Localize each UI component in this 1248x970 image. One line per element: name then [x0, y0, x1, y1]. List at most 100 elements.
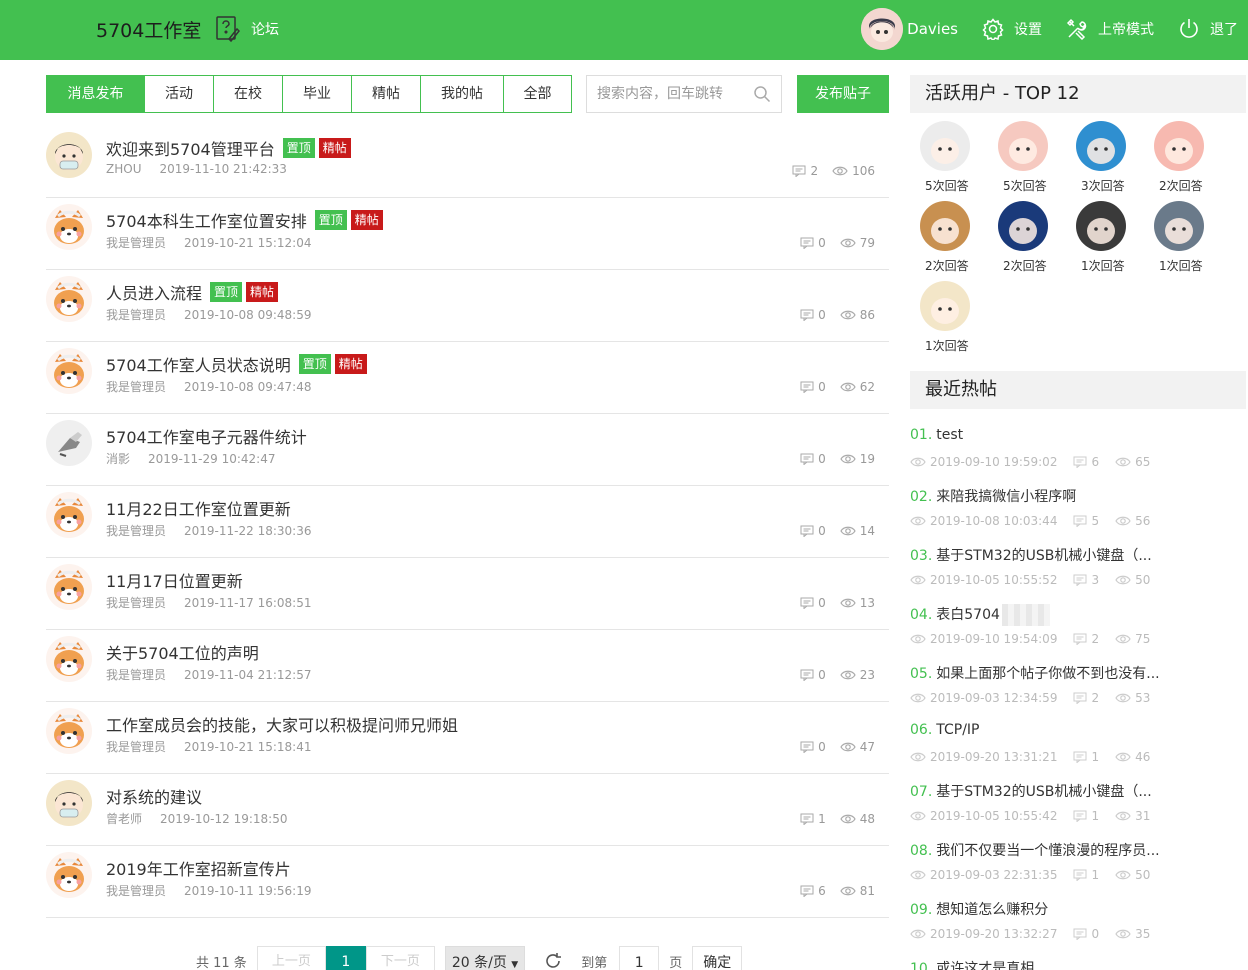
active-user[interactable]: 5次回答	[990, 121, 1068, 201]
active-user[interactable]: 2次回答	[1146, 121, 1224, 201]
avatar[interactable]	[46, 420, 92, 466]
hot-post-item[interactable]: 01. test 2019-09-10 19:59:02 6 65	[910, 417, 1246, 476]
avatar[interactable]	[998, 201, 1048, 251]
post-row[interactable]: 关于5704工位的声明 我是管理员 2019-11-04 21:12:57 0 23	[46, 630, 889, 702]
post-row[interactable]: 2019年工作室招新宣传片 我是管理员 2019-10-11 19:56:19 6 81	[46, 846, 889, 918]
tab-in-school[interactable]: 在校	[213, 76, 282, 112]
avatar[interactable]	[1076, 201, 1126, 251]
hot-post-item[interactable]: 06. TCP/IP 2019-09-20 13:31:21 1 46	[910, 712, 1246, 771]
avatar[interactable]	[920, 281, 970, 331]
post-title[interactable]: 欢迎来到5704管理平台	[106, 136, 275, 160]
post-row[interactable]: 工作室成员会的技能，大家可以积极提问师兄师姐 我是管理员 2019-10-21 15…	[46, 702, 889, 774]
god-mode-button[interactable]: 上帝模式	[1066, 18, 1154, 40]
hot-post-title[interactable]: 或许这才是真相	[936, 961, 1034, 970]
tab-activity[interactable]: 活动	[144, 76, 213, 112]
avatar[interactable]	[46, 492, 92, 538]
hot-post-item[interactable]: 10. 或许这才是真相	[910, 948, 1246, 970]
post-row[interactable]: 人员进入流程 置顶 精帖 我是管理员 2019-10-08 09:48:59 0 86	[46, 270, 889, 342]
avatar[interactable]	[46, 276, 92, 322]
post-title[interactable]: 5704工作室人员状态说明	[106, 352, 291, 376]
tab-graduated[interactable]: 毕业	[282, 76, 351, 112]
avatar[interactable]	[920, 201, 970, 251]
active-user[interactable]: 2次回答	[912, 201, 990, 281]
avatar[interactable]	[46, 852, 92, 898]
page-size-select[interactable]: 20 条/页 ▼	[444, 946, 526, 970]
avatar[interactable]	[46, 132, 92, 178]
tab-all[interactable]: 全部	[503, 76, 571, 112]
brand-title[interactable]: 5704工作室	[96, 16, 201, 43]
current-page[interactable]: 1	[325, 946, 366, 970]
post-row[interactable]: 5704工作室人员状态说明 置顶 精帖 我是管理员 2019-10-08 09:47:4…	[46, 342, 889, 414]
post-title[interactable]: 11月17日位置更新	[106, 568, 243, 592]
post-title[interactable]: 对系统的建议	[106, 784, 202, 808]
post-row[interactable]: 5704工作室电子元器件统计 消影 2019-11-29 10:42:47 0 19	[46, 414, 889, 486]
post-author[interactable]: ZHOU	[106, 162, 141, 176]
post-author[interactable]: 我是管理员	[106, 668, 166, 682]
hot-post-item[interactable]: 07. 基于STM32的USB机械小键盘（... 2019-10-05 10:55:…	[910, 771, 1246, 830]
hot-post-title[interactable]: 想知道怎么赚积分	[936, 902, 1048, 918]
hot-post-item[interactable]: 09. 想知道怎么赚积分 2019-09-20 13:32:27 0 35	[910, 889, 1246, 948]
post-author[interactable]: 我是管理员	[106, 740, 166, 754]
hot-post-title[interactable]: 来陪我搞微信小程序啊	[936, 489, 1076, 505]
post-author[interactable]: 曾老师	[106, 812, 142, 826]
post-row[interactable]: 11月17日位置更新 我是管理员 2019-11-17 16:08:51 0 13	[46, 558, 889, 630]
search-input[interactable]	[587, 76, 747, 112]
hot-post-title[interactable]: 基于STM32的USB机械小键盘（...	[936, 784, 1151, 800]
search-icon[interactable]	[753, 85, 771, 103]
active-user[interactable]: 1次回答	[1068, 201, 1146, 281]
post-author[interactable]: 我是管理员	[106, 524, 166, 538]
post-author[interactable]: 我是管理员	[106, 380, 166, 394]
post-author[interactable]: 我是管理员	[106, 596, 166, 610]
logout-button[interactable]: 退了	[1178, 18, 1238, 40]
post-row[interactable]: 欢迎来到5704管理平台 置顶 精帖 ZHOU 2019-11-10 21:42:33 2…	[46, 126, 889, 198]
avatar[interactable]	[46, 348, 92, 394]
next-page-button[interactable]: 下一页	[365, 946, 435, 970]
active-user[interactable]: 1次回答	[1146, 201, 1224, 281]
forum-link[interactable]: 论坛	[215, 14, 279, 44]
tab-my-posts[interactable]: 我的帖	[420, 76, 503, 112]
active-user[interactable]: 2次回答	[990, 201, 1068, 281]
hot-post-item[interactable]: 02. 来陪我搞微信小程序啊 2019-10-08 10:03:44 5 56	[910, 476, 1246, 535]
hot-post-item[interactable]: 04. 表白5704 2019-09-10 19:54:09 2 75	[910, 594, 1246, 653]
settings-button[interactable]: 设置	[982, 18, 1042, 40]
post-author[interactable]: 我是管理员	[106, 884, 166, 898]
avatar[interactable]	[1154, 201, 1204, 251]
hot-post-title[interactable]: 基于STM32的USB机械小键盘（...	[936, 548, 1151, 564]
avatar[interactable]	[46, 708, 92, 754]
avatar[interactable]	[46, 204, 92, 250]
refresh-icon[interactable]	[543, 951, 563, 970]
active-user[interactable]: 3次回答	[1068, 121, 1146, 201]
avatar[interactable]	[1154, 121, 1204, 171]
avatar[interactable]	[920, 121, 970, 171]
hot-post-item[interactable]: 05. 如果上面那个帖子你做不到也没有... 2019-09-03 12:34:59…	[910, 653, 1246, 712]
avatar[interactable]	[1076, 121, 1126, 171]
post-title[interactable]: 5704本科生工作室位置安排	[106, 208, 307, 232]
active-user[interactable]: 5次回答	[912, 121, 990, 201]
hot-post-title[interactable]: 我们不仅要当一个懂浪漫的程序员...	[936, 843, 1159, 859]
hot-post-title[interactable]: TCP/IP	[936, 722, 979, 738]
hot-post-item[interactable]: 03. 基于STM32的USB机械小键盘（... 2019-10-05 10:55:…	[910, 535, 1246, 594]
active-user[interactable]: 1次回答	[912, 281, 990, 361]
hot-post-title[interactable]: test	[936, 427, 963, 443]
avatar[interactable]	[46, 636, 92, 682]
goto-page-input[interactable]: 1	[619, 946, 660, 970]
post-title[interactable]: 工作室成员会的技能，大家可以积极提问师兄师姐	[106, 712, 458, 736]
post-title[interactable]: 关于5704工位的声明	[106, 640, 259, 664]
tab-news[interactable]: 消息发布	[47, 76, 144, 112]
tab-featured[interactable]: 精帖	[351, 76, 420, 112]
post-title[interactable]: 5704工作室电子元器件统计	[106, 424, 307, 448]
post-author[interactable]: 消影	[106, 452, 130, 466]
post-author[interactable]: 我是管理员	[106, 236, 166, 250]
prev-page-button[interactable]: 上一页	[256, 946, 326, 970]
user-menu[interactable]: Davies	[861, 8, 958, 50]
hot-post-item[interactable]: 08. 我们不仅要当一个懂浪漫的程序员... 2019-09-03 22:31:35…	[910, 830, 1246, 889]
hot-post-title[interactable]: 表白5704	[936, 607, 1000, 623]
post-title[interactable]: 11月22日工作室位置更新	[106, 496, 291, 520]
publish-post-button[interactable]: 发布贴子	[797, 75, 889, 113]
post-row[interactable]: 对系统的建议 曾老师 2019-10-12 19:18:50 1 48	[46, 774, 889, 846]
hot-post-title[interactable]: 如果上面那个帖子你做不到也没有...	[936, 666, 1159, 682]
post-author[interactable]: 我是管理员	[106, 308, 166, 322]
post-title[interactable]: 人员进入流程	[106, 280, 202, 304]
post-row[interactable]: 5704本科生工作室位置安排 置顶 精帖 我是管理员 2019-10-21 15:12:…	[46, 198, 889, 270]
avatar[interactable]	[46, 564, 92, 610]
